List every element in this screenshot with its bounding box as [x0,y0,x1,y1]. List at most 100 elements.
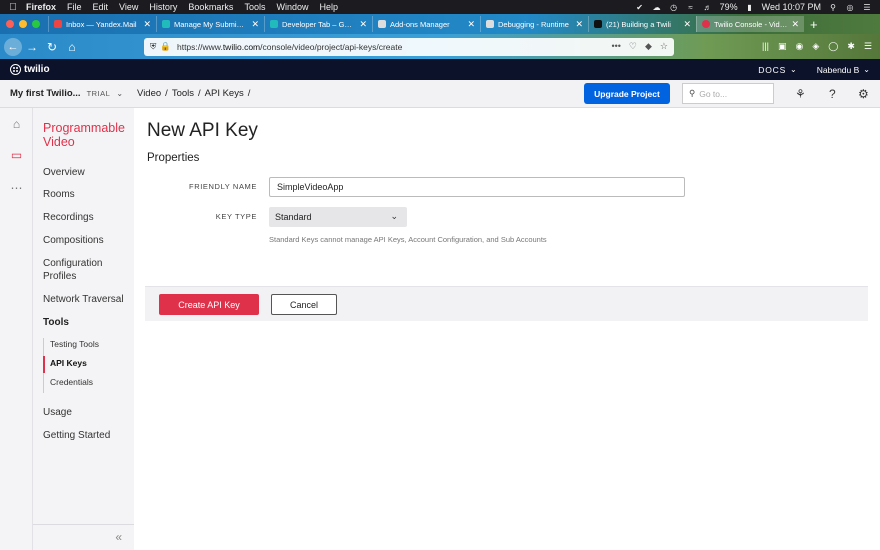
sidebar-item-overview[interactable]: Overview [43,166,133,179]
browser-tab[interactable]: Inbox — Yandex.Mail ✕ [48,16,156,32]
sidebar-title[interactable]: Programmable Video [43,121,131,149]
close-tab-icon[interactable]: ✕ [143,19,151,30]
video-camera-icon[interactable]: ▭ [9,148,24,163]
menu-tools[interactable]: Tools [244,2,265,12]
volume-icon[interactable]: ♬ [703,3,713,12]
wifi-icon[interactable]: ≈ [686,3,696,12]
url-text[interactable]: https://www.twilio.com/console/video/pro… [177,42,611,52]
project-bar: My first Twilio... TRIAL ⌄ Video / Tools… [0,80,880,108]
close-tab-icon[interactable]: ✕ [467,19,475,30]
twilio-logo-icon [10,64,21,75]
key-type-select[interactable]: Standard ⌄ [269,207,407,227]
menu-history[interactable]: History [149,2,177,12]
status-clock-icon[interactable]: ◷ [669,3,679,12]
tab-title: Add-ons Manager [390,19,450,29]
sidebar-item-tools[interactable]: Tools [43,316,133,329]
control-center-icon[interactable]: ◎ [845,3,855,12]
close-tab-icon[interactable]: ✕ [791,19,799,30]
project-switcher-chevron-icon[interactable]: ⌄ [116,89,123,98]
page-actions-icon[interactable]: ••• [611,41,620,52]
menu-bookmarks[interactable]: Bookmarks [188,2,233,12]
home-icon[interactable]: ⌂ [9,117,24,132]
extension-icon[interactable]: ◈ [812,41,819,52]
browser-tab[interactable]: Debugging - Runtime ✕ [480,16,588,32]
menu-clock[interactable]: Wed 10:07 PM [762,2,821,12]
notification-list-icon[interactable]: ☰ [862,3,872,12]
settings-gear-icon[interactable]: ⚙ [858,87,869,101]
browser-tab-active[interactable]: Twilio Console - Video ✕ [696,16,804,32]
friendly-name-label: FRIENDLY NAME [189,182,257,191]
hamburger-menu-icon[interactable]: ☰ [864,41,872,52]
sidebar-item-compositions[interactable]: Compositions [43,234,133,247]
forward-arrow-icon[interactable]: → [22,40,42,54]
more-products-icon[interactable]: ⋯ [9,181,24,196]
browser-tab[interactable]: (21) Building a Twili ✕ [588,16,696,32]
cancel-button[interactable]: Cancel [271,294,337,315]
status-cloud-icon[interactable]: ☁ [652,3,662,12]
menu-app-firefox[interactable]: Firefox [26,2,56,12]
close-tab-icon[interactable]: ✕ [251,19,259,30]
help-icon[interactable]: ? [829,87,836,101]
menu-edit[interactable]: Edit [93,2,109,12]
minimize-window-button[interactable] [19,20,27,28]
browser-tab-strip: Inbox — Yandex.Mail ✕ Manage My Submissi… [0,14,880,34]
address-bar[interactable]: ⛨ 🔒 https://www.twilio.com/console/video… [144,37,674,56]
zoom-window-button[interactable] [32,20,40,28]
menu-view[interactable]: View [119,2,138,12]
dev-favicon-icon [594,20,602,28]
battery-icon[interactable]: ▮ [745,3,755,12]
sidebar-item-network-traversal[interactable]: Network Traversal [43,293,133,306]
tracking-shield-icon[interactable]: ⛨ [150,41,156,52]
docs-menu[interactable]: DOCS [758,65,786,75]
library-icon[interactable]: ||| [762,41,769,52]
extension-icon[interactable]: ✱ [847,41,855,52]
home-icon[interactable]: ⌂ [62,40,82,54]
python-extension-icon[interactable]: ◆ [645,41,652,52]
collapse-sidebar-icon[interactable]: « [115,530,122,544]
sidebar-toggle-icon[interactable]: ▣ [778,41,787,52]
menu-help[interactable]: Help [319,2,338,12]
project-name[interactable]: My first Twilio... [10,88,81,99]
spotlight-search-icon[interactable]: ⚲ [828,3,838,12]
apple-icon[interactable]:  [0,2,26,13]
close-window-button[interactable] [6,20,14,28]
chevron-down-icon[interactable]: ⌄ [863,65,870,74]
pocket-icon[interactable]: ♡ [629,41,637,52]
breadcrumb-tools[interactable]: Tools [172,88,194,99]
friendly-name-input[interactable] [269,177,685,197]
sidebar-subitem-credentials[interactable]: Credentials [50,377,93,387]
sidebar-item-recordings[interactable]: Recordings [43,211,133,224]
upgrade-project-button[interactable]: Upgrade Project [584,83,670,104]
debugger-bug-icon[interactable]: ⚘ [795,87,806,101]
sidebar-subitem-testing-tools[interactable]: Testing Tools [50,339,99,349]
sidebar-item-usage[interactable]: Usage [43,406,133,419]
sidebar-subitem-api-keys[interactable]: API Keys [50,358,87,368]
close-tab-icon[interactable]: ✕ [359,19,367,30]
browser-tab[interactable]: Manage My Submissio ✕ [156,16,264,32]
menu-file[interactable]: File [67,2,82,12]
extension-icon[interactable]: ◯ [828,41,838,52]
breadcrumb-video[interactable]: Video [137,88,161,99]
menu-window[interactable]: Window [276,2,308,12]
chevron-down-icon[interactable]: ⌄ [790,65,797,74]
new-tab-icon[interactable]: + [804,17,824,32]
close-tab-icon[interactable]: ✕ [683,19,691,30]
back-arrow-icon[interactable]: ← [4,37,22,56]
browser-tab[interactable]: Add-ons Manager ✕ [372,16,480,32]
tab-title: Twilio Console - Video [714,19,788,29]
twilio-logo[interactable]: twilio [10,64,50,75]
create-api-key-button[interactable]: Create API Key [159,294,259,315]
goto-search-input[interactable]: ⚲ Go to... [682,83,774,104]
sidebar-item-getting-started[interactable]: Getting Started [43,429,133,442]
user-menu[interactable]: Nabendu B [817,65,860,75]
bookmark-star-icon[interactable]: ☆ [660,41,668,52]
sidebar-item-rooms[interactable]: Rooms [43,188,133,201]
browser-tab[interactable]: Developer Tab – Get th ✕ [264,16,372,32]
breadcrumb-api-keys[interactable]: API Keys [205,88,244,99]
extension-icon[interactable]: ◉ [796,41,804,52]
sidebar-item-configuration-profiles[interactable]: Configuration Profiles [43,257,133,283]
reload-icon[interactable]: ↻ [42,40,62,54]
status-check-icon[interactable]: ✔ [635,3,645,12]
lock-icon[interactable]: 🔒 [160,41,171,52]
close-tab-icon[interactable]: ✕ [575,19,583,30]
